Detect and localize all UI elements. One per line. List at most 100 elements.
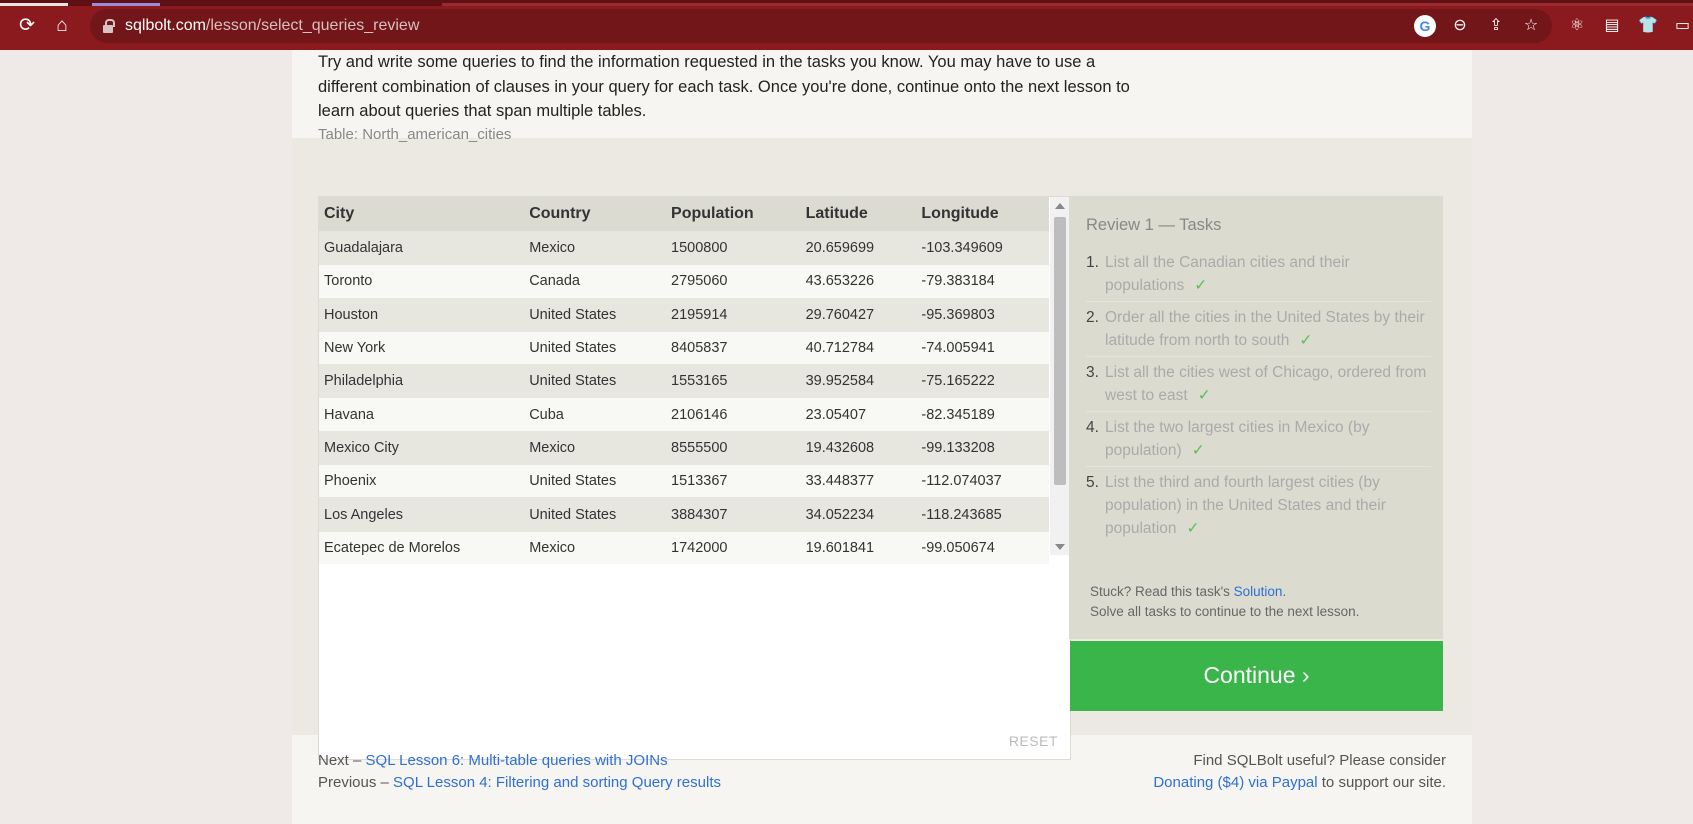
address-bar[interactable]: sqlbolt.com/lesson/select_queries_review… <box>90 9 1552 43</box>
table-row: Guadalajara Mexico 1500800 20.659699 -103.34… <box>319 230 1049 265</box>
reload-icon[interactable]: ⟳ <box>15 14 39 38</box>
task-description: Order all the cities in the United State… <box>1105 309 1425 349</box>
task-text: List all the cities west of Chicago, ord… <box>1105 361 1431 407</box>
support-line1: Find SQLBolt useful? Please consider <box>1193 752 1446 769</box>
table-cell: United States <box>524 297 667 332</box>
react-devtools-icon[interactable]: ⚛ <box>1566 15 1588 37</box>
table-cell: Ecatepec de Morelos <box>319 530 525 564</box>
google-icon[interactable]: G <box>1414 15 1436 37</box>
home-icon[interactable]: ⌂ <box>50 14 74 38</box>
tab-indicator[interactable] <box>92 3 160 6</box>
column-header: City <box>319 197 525 232</box>
bookmark-star-icon[interactable]: ☆ <box>1520 15 1542 37</box>
donate-link[interactable]: Donating ($4) via Paypal <box>1153 774 1317 791</box>
previous-lesson-link[interactable]: SQL Lesson 4: Filtering and sorting Quer… <box>393 774 721 791</box>
column-header: Population <box>666 197 801 232</box>
task-number: 2. <box>1086 309 1099 326</box>
table-cell: 29.760427 <box>800 297 917 332</box>
task-text: List the two largest cities in Mexico (b… <box>1105 416 1431 462</box>
prev-prefix: Previous – <box>318 774 394 791</box>
tab-indicator[interactable] <box>0 3 68 6</box>
table-cell: 1500800 <box>666 230 801 265</box>
task-number: 1. <box>1086 254 1099 271</box>
extension-icon[interactable]: ▤ <box>1601 15 1623 37</box>
scroll-up-arrow-icon[interactable] <box>1055 203 1065 209</box>
table-cell: -112.074037 <box>916 464 1049 498</box>
task-description: List the third and fourth largest cities… <box>1105 474 1386 537</box>
scroll-down-arrow-icon[interactable] <box>1055 544 1065 550</box>
share-icon[interactable]: ⇪ <box>1485 15 1507 37</box>
table-cell: -74.005941 <box>916 330 1049 365</box>
table-cell: 19.432608 <box>800 430 917 465</box>
column-header: Latitude <box>800 197 917 232</box>
table-cell: 34.052234 <box>800 497 917 532</box>
url-path: /lesson/select_queries_review <box>205 17 420 34</box>
table-row: Toronto Canada 2795060 43.653226 -79.383184 <box>319 264 1049 299</box>
task-number: 3. <box>1086 364 1099 381</box>
scroll-thumb[interactable] <box>1054 217 1066 485</box>
table-cell: -103.349609 <box>916 230 1049 265</box>
table-cell: 20.659699 <box>800 230 917 265</box>
task-list: 1. List all the Canadian cities and their… <box>1086 247 1431 544</box>
table-row: Phoenix United States 1513367 33.448377 -112… <box>319 464 1049 498</box>
support-suffix: to support our site. <box>1317 774 1446 791</box>
lock-icon[interactable] <box>103 19 115 33</box>
table-cell: -99.133208 <box>916 430 1049 465</box>
table-cell: 2106146 <box>666 397 801 432</box>
table-cell: 43.653226 <box>800 264 917 299</box>
table-cell: 1742000 <box>666 530 801 564</box>
table-cell: United States <box>524 497 667 532</box>
table-cell: Los Angeles <box>319 497 525 532</box>
reset-button[interactable]: RESET <box>1009 733 1058 749</box>
lesson-intro-text: Try and write some queries to find the i… <box>318 53 1130 120</box>
results-table: City Country Population Latitude Longitude G… <box>319 197 1049 564</box>
tab-strip <box>0 0 1693 6</box>
extension-shirt-icon[interactable]: 👕 <box>1637 15 1659 37</box>
zoom-icon[interactable]: ⊖ <box>1449 15 1471 37</box>
checkmark-icon: ✓ <box>1299 332 1313 349</box>
table-cell: United States <box>524 364 667 398</box>
browser-toolbar: ⟳ ⌂ sqlbolt.com/lesson/select_queries_re… <box>0 0 1693 50</box>
table-cell: -79.383184 <box>916 264 1049 299</box>
next-lesson-link[interactable]: SQL Lesson 6: Multi-table queries with J… <box>366 752 668 769</box>
url-text: sqlbolt.com/lesson/select_queries_review <box>125 17 419 35</box>
table-caption: Table: North_american_cities <box>318 126 512 143</box>
table-cell: 3884307 <box>666 497 801 532</box>
table-cell: Mexico City <box>319 430 525 465</box>
extension-icon[interactable]: ▭ <box>1672 15 1693 37</box>
checkmark-icon: ✓ <box>1186 520 1200 537</box>
task-item: 1. List all the Canadian cities and their… <box>1086 247 1431 302</box>
table-cell: Toronto <box>319 264 525 299</box>
table-cell: -99.050674 <box>916 530 1049 564</box>
table-cell: 19.601841 <box>800 530 917 564</box>
task-number: 5. <box>1086 474 1099 491</box>
hint-text: Stuck? Read this task's Solution. Solve … <box>1090 582 1359 622</box>
table-header-row: City Country Population Latitude Longitude <box>319 197 1049 232</box>
table-cell: New York <box>319 330 525 365</box>
task-text: Order all the cities in the United State… <box>1105 306 1431 352</box>
task-description: List the two largest cities in Mexico (b… <box>1105 419 1370 459</box>
table-cell: 33.448377 <box>800 464 917 498</box>
continue-button[interactable]: Continue › <box>1070 641 1443 711</box>
checkmark-icon: ✓ <box>1197 387 1211 404</box>
table-scrollbar[interactable] <box>1050 197 1069 555</box>
checkmark-icon: ✓ <box>1194 277 1208 294</box>
table-cell: 1553165 <box>666 364 801 398</box>
tab-strip-background <box>442 3 1693 6</box>
tasks-title: Review 1 — Tasks <box>1086 216 1222 234</box>
task-item: 4. List the two largest cities in Mexico … <box>1086 412 1431 467</box>
table-body: Guadalajara Mexico 1500800 20.659699 -103.34… <box>319 230 1049 564</box>
table-cell: 2195914 <box>666 297 801 332</box>
lesson-container: Try and write some queries to find the i… <box>292 50 1472 824</box>
solution-link[interactable]: Solution <box>1234 584 1283 599</box>
lesson-navigation: Next – SQL Lesson 6: Multi-table queries… <box>318 750 721 794</box>
table-cell: -82.345189 <box>916 397 1049 432</box>
task-description: List all the Canadian cities and their p… <box>1105 254 1350 294</box>
task-text: List the third and fourth largest cities… <box>1105 471 1431 540</box>
table-cell: Mexico <box>524 530 667 564</box>
task-item: 5. List the third and fourth largest citi… <box>1086 467 1431 544</box>
hint-line2: Solve all tasks to continue to the next … <box>1090 604 1360 619</box>
table-cell: 39.952584 <box>800 364 917 398</box>
table-cell: United States <box>524 464 667 498</box>
table-row: Ecatepec de Morelos Mexico 1742000 19.60184… <box>319 530 1049 564</box>
